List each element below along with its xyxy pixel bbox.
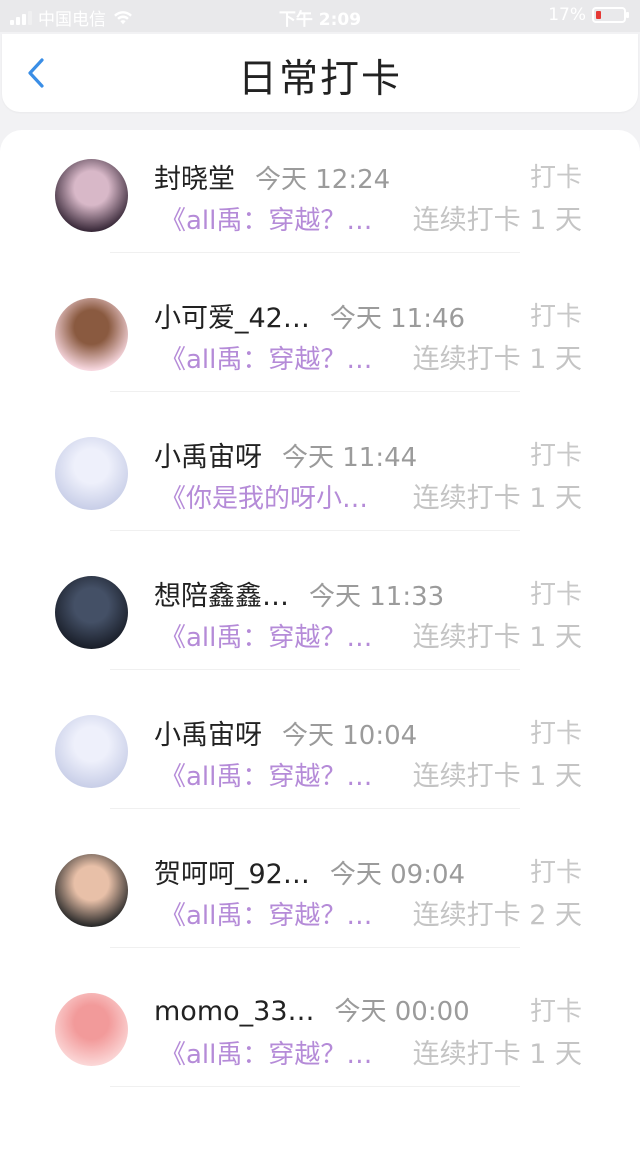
list-item[interactable]: 封晓堂 今天 12:24 打卡《all禹：穿越？… 连续打卡 1 天 bbox=[0, 130, 640, 269]
checkin-time: 今天 10:04 bbox=[282, 721, 418, 751]
avatar[interactable] bbox=[55, 715, 128, 788]
streak-label: 连续打卡 1 天 bbox=[412, 1039, 582, 1070]
streak-label: 连续打卡 1 天 bbox=[412, 344, 582, 375]
clock: 下午 2:09 bbox=[278, 10, 362, 30]
user-name[interactable]: 小禹宙呀 bbox=[154, 713, 262, 752]
list-item[interactable]: 想陪鑫鑫… 今天 11:33 打卡《all禹：穿越？… 连续打卡 1 天 bbox=[0, 547, 640, 686]
checkin-time: 今天 11:44 bbox=[282, 443, 418, 473]
list-item[interactable]: 贺呵呵_92… 今天 09:04 打卡《all禹：穿越？… 连续打卡 2 天 bbox=[0, 825, 640, 964]
status-bar: 中国电信 下午 2:09 17% bbox=[0, 0, 640, 32]
checkin-time: 今天 12:24 bbox=[255, 165, 391, 195]
streak-label: 连续打卡 1 天 bbox=[412, 483, 582, 514]
streak-label: 连续打卡 1 天 bbox=[412, 761, 582, 792]
avatar[interactable] bbox=[55, 854, 128, 927]
list-item[interactable]: 小可爱_42… 今天 11:46 打卡《all禹：穿越？… 连续打卡 1 天 bbox=[0, 269, 640, 408]
checkin-time: 今天 00:00 bbox=[334, 997, 470, 1027]
book-title-link[interactable]: 《all禹：穿越？… bbox=[160, 756, 400, 793]
list-item[interactable]: momo_33… 今天 00:00 打卡《all禹：穿越？… 连续打卡 1 天 bbox=[0, 964, 640, 1103]
row-divider bbox=[110, 808, 520, 809]
name-line: 小禹宙呀 今天 10:04 bbox=[154, 713, 417, 752]
checkin-tag: 打卡 bbox=[529, 163, 582, 193]
book-title-link[interactable]: 《你是我的呀小… bbox=[160, 478, 400, 515]
user-name[interactable]: 小禹宙呀 bbox=[154, 435, 262, 474]
battery-percent: 17% bbox=[548, 5, 586, 25]
name-line: momo_33… 今天 00:00 bbox=[154, 991, 470, 1028]
checkin-tag: 打卡 bbox=[529, 302, 582, 332]
checkin-tag: 打卡 bbox=[529, 997, 582, 1027]
checkin-time: 今天 09:04 bbox=[329, 860, 466, 890]
checkin-time: 今天 11:46 bbox=[329, 304, 466, 334]
name-line: 想陪鑫鑫… 今天 11:33 bbox=[154, 574, 444, 613]
checkin-tag: 打卡 bbox=[529, 580, 582, 610]
user-name[interactable]: 想陪鑫鑫… bbox=[154, 574, 289, 613]
avatar[interactable] bbox=[55, 993, 128, 1066]
checkin-time: 今天 11:33 bbox=[309, 582, 445, 612]
avatar[interactable] bbox=[55, 576, 128, 649]
user-name[interactable]: 封晓堂 bbox=[154, 157, 235, 196]
user-name[interactable]: 小可爱_42… bbox=[154, 296, 310, 335]
row-divider bbox=[110, 391, 520, 392]
book-title-link[interactable]: 《all禹：穿越？… bbox=[160, 895, 400, 932]
list-item[interactable]: 小禹宙呀 今天 10:04 打卡《all禹：穿越？… 连续打卡 1 天 bbox=[0, 686, 640, 825]
avatar[interactable] bbox=[55, 298, 128, 371]
user-name[interactable]: momo_33… bbox=[154, 996, 315, 1027]
status-right: 17% bbox=[548, 5, 629, 25]
streak-label: 连续打卡 2 天 bbox=[412, 900, 582, 931]
row-divider bbox=[110, 530, 520, 531]
checkin-tag: 打卡 bbox=[529, 858, 582, 888]
user-name[interactable]: 贺呵呵_92… bbox=[154, 852, 310, 891]
book-title-link[interactable]: 《all禹：穿越？… bbox=[160, 339, 400, 376]
row-divider bbox=[110, 1086, 520, 1087]
page-title: 日常打卡 bbox=[237, 57, 402, 102]
avatar[interactable] bbox=[55, 437, 128, 510]
checkin-tag: 打卡 bbox=[529, 719, 582, 749]
name-line: 封晓堂 今天 12:24 bbox=[154, 157, 390, 196]
row-divider bbox=[110, 669, 520, 670]
nav-bar: 日常打卡 bbox=[2, 34, 638, 112]
battery-icon bbox=[592, 7, 629, 23]
checkin-tag: 打卡 bbox=[529, 441, 582, 471]
avatar[interactable] bbox=[55, 159, 128, 232]
name-line: 小可爱_42… 今天 11:46 bbox=[154, 296, 465, 335]
checkin-list: 封晓堂 今天 12:24 打卡 《all禹：穿越？… 连续打卡 1 天小可爱_42… 今天… bbox=[0, 130, 640, 1150]
row-divider bbox=[110, 947, 520, 948]
book-title-link[interactable]: 《all禹：穿越？… bbox=[160, 1034, 400, 1071]
row-divider bbox=[110, 252, 520, 253]
book-title-link[interactable]: 《all禹：穿越？… bbox=[160, 617, 400, 654]
battery-level bbox=[596, 11, 601, 19]
streak-label: 连续打卡 1 天 bbox=[412, 205, 582, 236]
name-line: 贺呵呵_92… 今天 09:04 bbox=[154, 852, 465, 891]
book-title-link[interactable]: 《all禹：穿越？… bbox=[160, 200, 400, 237]
name-line: 小禹宙呀 今天 11:44 bbox=[154, 435, 417, 474]
streak-label: 连续打卡 1 天 bbox=[412, 622, 582, 653]
list-item[interactable]: 小禹宙呀 今天 11:44 打卡《你是我的呀小… 连续打卡 1 天 bbox=[0, 408, 640, 547]
